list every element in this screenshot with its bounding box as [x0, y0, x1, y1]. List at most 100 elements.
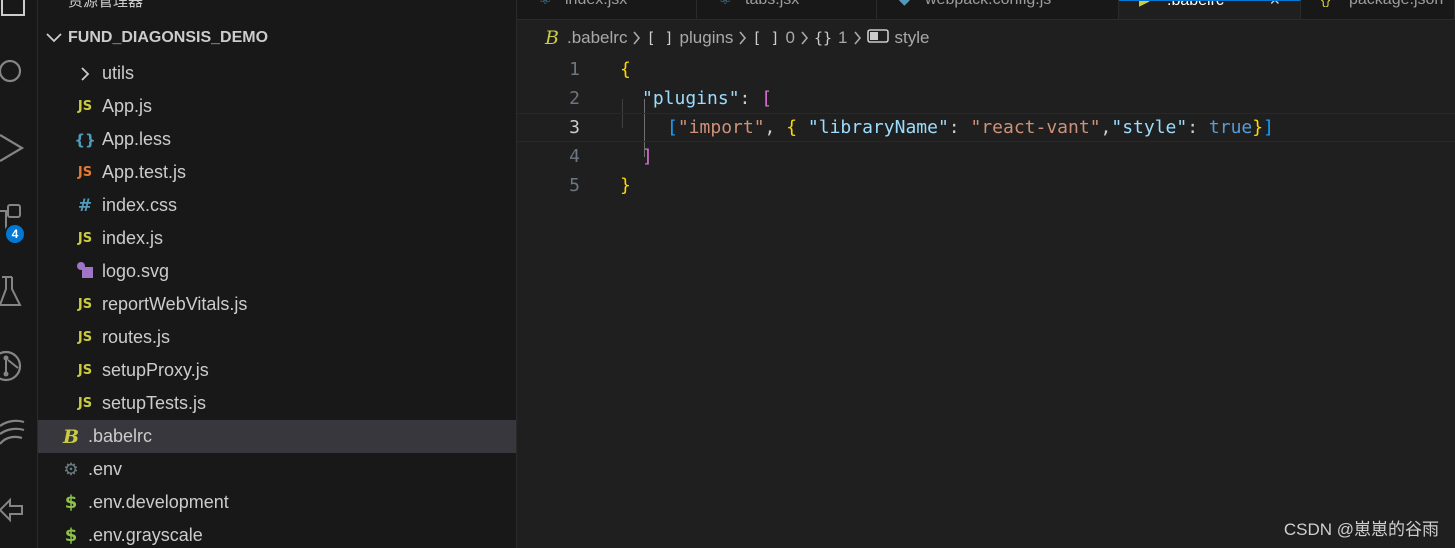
code-editor[interactable]: 1 { 2 "plugins": [ 3 ["import", { "libra… — [517, 55, 1455, 548]
javascript-file-icon: JS — [77, 396, 93, 411]
tree-item-label: setupTests.js — [102, 393, 207, 413]
array-icon: [ ] — [752, 29, 780, 47]
code-line-3: 3 ["import", { "libraryName": "react-van… — [517, 113, 1455, 142]
tree-file-env-development[interactable]: $ .env.development — [38, 486, 516, 519]
tree-item-label: index.css — [102, 195, 178, 215]
watermark: CSDN @崽崽的谷雨 — [1283, 520, 1439, 539]
tab-babelrc[interactable]: ▶ .babelrc ✕ — [1119, 0, 1301, 19]
react-icon: ⚛ — [539, 0, 552, 8]
webpack-icon: ◆ — [899, 0, 910, 8]
tree-item-label: App.test.js — [102, 162, 187, 182]
chevron-right-icon — [738, 31, 747, 45]
tree-file-routes-js[interactable]: JS routes.js — [38, 321, 516, 354]
tree-item-label: .env.grayscale — [88, 525, 203, 545]
tree-file-app-less[interactable]: {} App.less — [38, 123, 516, 156]
code-text: "plugins": [ — [642, 88, 773, 109]
project-name: FUND_DIAGONSIS_DEMO — [68, 29, 269, 46]
explorer-icon[interactable] — [0, 0, 38, 22]
tree-file-env-grayscale[interactable]: $ .env.grayscale — [38, 519, 516, 548]
line-number: 1 — [569, 59, 580, 80]
tree-item-label: utils — [102, 63, 135, 83]
tree-file-index-css[interactable]: # index.css — [38, 189, 516, 222]
chevron-down-icon — [46, 33, 64, 43]
activity-bar: 4 — [0, 0, 38, 548]
svg-file-icon — [74, 261, 96, 283]
babel-file-icon: B — [545, 27, 559, 49]
javascript-file-icon: JS — [77, 231, 93, 246]
tab-package-json[interactable]: {} package.json — [1301, 0, 1455, 19]
line-number: 2 — [569, 88, 580, 109]
tree-file-setuptests-js[interactable]: JS setupTests.js — [38, 387, 516, 420]
chevron-right-icon — [632, 31, 641, 45]
dollar-icon: $ — [64, 525, 78, 546]
close-icon[interactable]: ✕ — [1269, 1, 1281, 9]
tree-item-label: .babelrc — [88, 426, 153, 446]
javascript-file-icon: JS — [77, 330, 93, 345]
babel-file-icon: B — [62, 425, 80, 448]
explorer-title: 资源管理器 — [68, 0, 144, 10]
search-icon[interactable] — [0, 52, 38, 92]
tree-item-label: .env.development — [88, 492, 229, 512]
code-text: } — [620, 175, 631, 196]
extensions-badge: 4 — [4, 223, 26, 245]
line-number: 3 — [569, 117, 580, 138]
breadcrumb-index-0[interactable]: 0 — [786, 28, 795, 48]
editor-tab-bar: ⚛ index.jsx ⚛ tabs.jsx ◆ webpack.config.… — [517, 0, 1455, 20]
javascript-file-icon: JS — [77, 363, 93, 378]
tree-file-app-test-js[interactable]: JS App.test.js — [38, 156, 516, 189]
tree-item-label: logo.svg — [102, 261, 170, 281]
breadcrumb-index-1[interactable]: 1 — [838, 28, 847, 48]
tree-item-label: .env — [88, 459, 123, 479]
chevron-right-icon — [74, 66, 96, 81]
chevron-right-icon — [853, 31, 862, 45]
boolean-icon — [866, 29, 889, 47]
tab-index-jsx[interactable]: ⚛ index.jsx — [517, 0, 697, 19]
line-number: 4 — [569, 146, 580, 167]
gear-icon: ⚙ — [63, 459, 79, 480]
code-line-2: 2 "plugins": [ — [517, 84, 1455, 113]
tree-file-setupproxy-js[interactable]: JS setupProxy.js — [38, 354, 516, 387]
code-line-5: 5 } — [517, 171, 1455, 200]
babel-file-icon: ▶ — [1139, 0, 1150, 8]
javascript-file-icon: JS — [77, 99, 93, 114]
tree-item-label: setupProxy.js — [102, 360, 209, 380]
object-icon: {} — [813, 29, 833, 47]
breadcrumb-plugins[interactable]: plugins — [680, 28, 734, 48]
live-share-icon[interactable] — [0, 490, 38, 530]
tree-file-logo-svg[interactable]: logo.svg — [38, 255, 516, 288]
less-file-icon: {} — [74, 130, 96, 149]
code-line-4: 4 ] — [517, 142, 1455, 171]
react-icon: ⚛ — [719, 0, 732, 8]
explorer-sidebar: 资源管理器 FUND_DIAGONSIS_DEMO utils JS App.j… — [38, 0, 517, 548]
css-file-icon: # — [77, 195, 93, 216]
javascript-file-icon: JS — [77, 297, 93, 312]
json-file-icon: {} — [1321, 0, 1330, 7]
run-debug-icon[interactable] — [0, 128, 38, 168]
test-file-icon: JS — [77, 165, 93, 180]
tree-file-app-js[interactable]: JS App.js — [38, 90, 516, 123]
code-line-1: 1 { — [517, 55, 1455, 84]
code-text: { — [620, 59, 631, 80]
tab-tabs-jsx[interactable]: ⚛ tabs.jsx — [697, 0, 877, 19]
tree-item-label: reportWebVitals.js — [102, 294, 248, 314]
breadcrumb-file[interactable]: .babelrc — [567, 28, 627, 48]
tree-item-label: App.js — [102, 96, 153, 116]
dollar-icon: $ — [64, 492, 78, 513]
tree-folder-utils[interactable]: utils — [38, 57, 516, 90]
line-number: 5 — [569, 175, 580, 196]
breadcrumb-style[interactable]: style — [895, 28, 930, 48]
array-icon: [ ] — [646, 29, 674, 47]
breadcrumb: B .babelrc [ ] plugins [ ] 0 {} 1 style — [545, 26, 929, 50]
tab-webpack-config-js[interactable]: ◆ webpack.config.js — [877, 0, 1119, 19]
testing-icon[interactable] — [0, 272, 38, 312]
remote-explorer-icon[interactable] — [0, 414, 38, 454]
tree-file-babelrc[interactable]: B .babelrc — [38, 420, 516, 453]
project-section-header[interactable]: FUND_DIAGONSIS_DEMO — [38, 24, 516, 52]
tree-item-label: index.js — [102, 228, 164, 248]
source-control-icon[interactable] — [0, 346, 38, 386]
tree-file-reportwebvitals-js[interactable]: JS reportWebVitals.js — [38, 288, 516, 321]
code-text: ] — [642, 146, 653, 167]
tree-item-label: App.less — [102, 129, 172, 149]
tree-file-index-js[interactable]: JS index.js — [38, 222, 516, 255]
tree-file-env[interactable]: ⚙ .env — [38, 453, 516, 486]
